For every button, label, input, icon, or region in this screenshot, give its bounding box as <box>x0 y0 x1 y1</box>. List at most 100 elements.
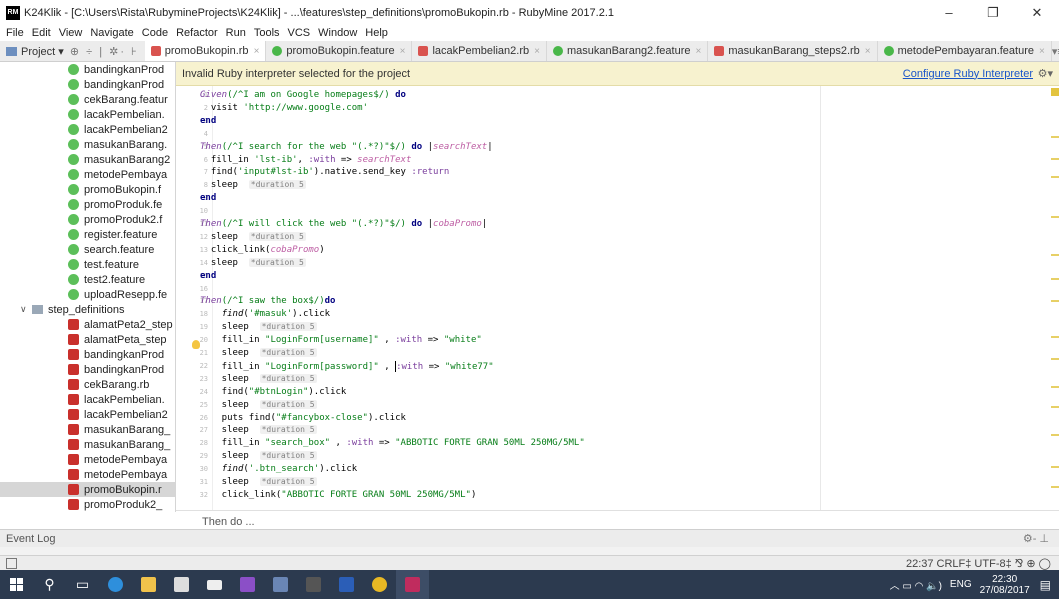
notification-icon[interactable]: ▤ <box>1040 578 1051 592</box>
project-tool-window-button[interactable]: Project ▾ ⊕ ÷ | ✲· ⊦ <box>0 45 145 58</box>
code-line[interactable]: end <box>200 193 216 205</box>
close-tab-icon[interactable]: × <box>400 46 406 57</box>
editor-tab[interactable]: masukanBarang_steps2.rb × <box>708 41 878 61</box>
tree-item[interactable]: masukanBarang_ <box>68 437 170 452</box>
code-line[interactable]: sleep *duration 5 <box>200 180 306 192</box>
tree-item[interactable]: test.feature <box>68 257 139 272</box>
close-button[interactable]: ✕ <box>1015 0 1059 25</box>
task-view-icon[interactable]: ▭ <box>66 570 99 599</box>
tree-item[interactable]: bandingkanProd <box>68 362 164 377</box>
code-line[interactable]: sleep *duration 5 <box>200 231 306 244</box>
file-explorer-icon[interactable] <box>132 570 165 599</box>
code-line[interactable]: Then(/^I search for the web "(.*?)"$/) d… <box>200 142 493 154</box>
code-line[interactable]: Given(/^I am on Google homepages$/) do <box>200 90 406 102</box>
menu-refactor[interactable]: Refactor <box>176 27 218 39</box>
notice-gear-icon[interactable]: ⚙▾ <box>1038 67 1053 80</box>
mail-icon[interactable] <box>198 570 231 599</box>
tool-windows-toggle-icon[interactable] <box>6 558 17 569</box>
tree-item[interactable]: bandingkanProd <box>68 347 164 362</box>
code-line[interactable]: Then(/^I will click the web "(.*?)"$/) d… <box>200 219 487 231</box>
tree-item[interactable]: alamatPeta_step <box>68 332 167 347</box>
code-line[interactable]: sleep *duration 5 <box>200 399 317 412</box>
tree-item[interactable]: promoBukopin.r <box>0 482 175 497</box>
tree-item[interactable]: bandingkanProd <box>68 62 164 77</box>
tree-item[interactable]: promoProduk2.f <box>68 212 162 227</box>
tree-item[interactable]: lacakPembelian. <box>68 392 165 407</box>
editor-tab[interactable]: lacakPembelian2.rb × <box>412 41 547 61</box>
menu-tools[interactable]: Tools <box>254 27 280 39</box>
code-line[interactable]: fill_in 'lst-ib', :with => searchText <box>200 155 412 167</box>
close-tab-icon[interactable]: × <box>534 46 540 57</box>
code-line[interactable]: sleep *duration 5 <box>200 373 317 386</box>
event-log-gear-icon[interactable]: ⚙- ⊥ <box>1023 532 1049 545</box>
code-line[interactable]: end <box>200 116 216 128</box>
menu-edit[interactable]: Edit <box>32 27 51 39</box>
code-editor[interactable]: Given(/^I am on Google homepages$/) do v… <box>200 86 820 510</box>
minimize-button[interactable]: – <box>927 0 971 25</box>
menu-view[interactable]: View <box>59 27 83 39</box>
clock[interactable]: 22:30 27/08/2017 <box>980 574 1030 596</box>
search-icon[interactable]: ⚲ <box>33 570 66 599</box>
code-line[interactable]: click_link(cobaPromo) <box>200 245 325 257</box>
code-line[interactable]: fill_in "LoginForm[username]" , :with =>… <box>200 335 482 347</box>
tree-item[interactable]: promoProduk.fe <box>68 197 162 212</box>
tray-icons[interactable]: ︿ ▭ ◠ 🔈) <box>890 577 942 592</box>
editor-tab[interactable]: metodePembayaran.feature × <box>878 41 1052 61</box>
status-info[interactable]: 22:37 CRLF‡ UTF-8‡ ⅋ ⊕ ◯ <box>906 557 1051 570</box>
visual-studio-icon[interactable] <box>231 570 264 599</box>
tree-item[interactable]: lacakPembelian2 <box>68 407 168 422</box>
edge-icon[interactable] <box>99 570 132 599</box>
tree-item[interactable]: cekBarang.rb <box>68 377 149 392</box>
menu-code[interactable]: Code <box>142 27 168 39</box>
tree-item[interactable]: metodePembaya <box>68 167 167 182</box>
close-tab-icon[interactable]: × <box>865 46 871 57</box>
tab-overflow-icon[interactable]: ▾≡ <box>1052 45 1059 58</box>
tree-item[interactable]: bandingkanProd <box>68 77 164 92</box>
close-tab-icon[interactable]: × <box>695 46 701 57</box>
tree-item[interactable]: metodePembaya <box>68 467 167 482</box>
editor-scrollbar[interactable] <box>1051 86 1059 510</box>
close-tab-icon[interactable]: × <box>254 46 260 57</box>
code-line[interactable]: sleep *duration 5 <box>200 348 317 360</box>
tree-item[interactable]: test2.feature <box>68 272 145 287</box>
tree-item[interactable]: masukanBarang_ <box>68 422 170 437</box>
rubymine-taskbar-icon[interactable] <box>396 570 429 599</box>
tree-item[interactable]: lacakPembelian2 <box>68 122 168 137</box>
tree-item[interactable]: masukanBarang. <box>68 137 167 152</box>
configure-interpreter-link[interactable]: Configure Ruby Interpreter <box>903 68 1033 80</box>
word-icon[interactable] <box>330 570 363 599</box>
project-tools-icons[interactable]: ⊕ ÷ | ✲· ⊦ <box>70 45 139 58</box>
tree-item[interactable]: uploadResepp.fe <box>68 287 167 302</box>
menu-help[interactable]: Help <box>365 27 388 39</box>
tree-item[interactable]: register.feature <box>68 227 157 242</box>
code-line[interactable]: sleep *duration 5 <box>200 451 317 463</box>
code-line[interactable]: puts find("#fancybox-close").click <box>200 413 406 425</box>
tree-item[interactable]: promoBukopin.f <box>68 182 161 197</box>
close-tab-icon[interactable]: × <box>1039 46 1045 57</box>
code-line[interactable]: sleep *duration 5 <box>200 477 317 489</box>
start-button[interactable] <box>0 570 33 599</box>
tree-item[interactable]: search.feature <box>68 242 154 257</box>
code-line[interactable]: sleep *duration 5 <box>200 257 306 270</box>
terminal-icon[interactable] <box>297 570 330 599</box>
menu-run[interactable]: Run <box>226 27 246 39</box>
code-line[interactable]: find("#btnLogin").click <box>200 387 347 399</box>
tree-item[interactable]: alamatPeta2_step <box>68 317 173 332</box>
code-line[interactable]: sleep *duration 5 <box>200 322 317 334</box>
language-indicator[interactable]: ENG <box>950 579 972 590</box>
chevron-down-icon[interactable]: ∨ <box>20 304 30 315</box>
editor-tab[interactable]: masukanBarang2.feature × <box>547 41 709 61</box>
menu-vcs[interactable]: VCS <box>288 27 311 39</box>
tree-item[interactable]: ∨ step_definitions <box>20 302 124 317</box>
tree-item[interactable]: metodePembaya <box>68 452 167 467</box>
store-icon[interactable] <box>165 570 198 599</box>
tree-item[interactable]: lacakPembelian. <box>68 107 165 122</box>
code-line[interactable]: fill_in "search_box" , :with => "ABBOTIC… <box>200 438 585 450</box>
tree-item[interactable]: cekBarang.featur <box>68 92 168 107</box>
menu-navigate[interactable]: Navigate <box>90 27 133 39</box>
code-line[interactable]: click_link("ABBOTIC FORTE GRAN 50ML 250M… <box>200 490 477 502</box>
editor-tab[interactable]: promoBukopin.rb × <box>144 41 267 61</box>
code-line[interactable]: find('#masuk').click <box>200 309 330 321</box>
chrome-icon[interactable] <box>363 570 396 599</box>
code-line[interactable]: fill_in "LoginForm[password]" , :with =>… <box>200 360 494 373</box>
